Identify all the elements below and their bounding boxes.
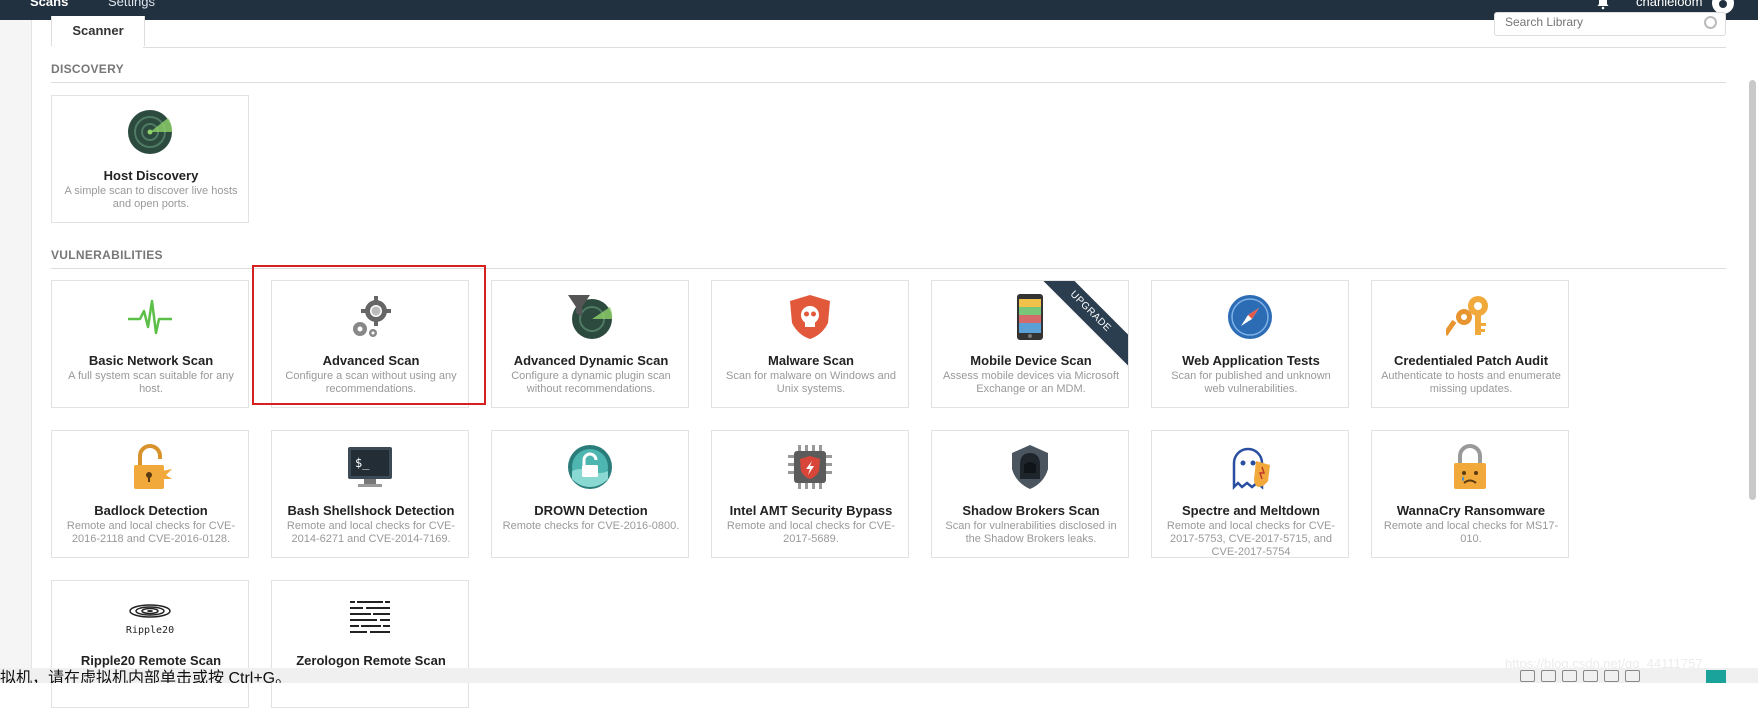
scan-card-description: Remote checks for CVE-2016-0800. [502, 520, 680, 532]
system-tray [1520, 669, 1680, 683]
tab-scanner[interactable]: Scanner [51, 16, 145, 46]
scan-card-intel-amt-security-bypass[interactable]: Intel AMT Security Bypass Remote and loc… [711, 430, 909, 558]
section-vulnerabilities: VULNERABILITIES [51, 248, 163, 262]
nav-scans[interactable]: Scans [30, 0, 68, 9]
scan-card-spectre-and-meltdown[interactable]: Spectre and Meltdown Remote and local ch… [1151, 430, 1349, 558]
monitor-icon[interactable] [1520, 670, 1535, 682]
search-icon[interactable] [1704, 16, 1717, 29]
scan-card-basic-network-scan[interactable]: Basic Network Scan A full system scan su… [51, 280, 249, 408]
nav-settings[interactable]: Settings [108, 0, 155, 9]
radar-filter-icon [566, 293, 614, 341]
scan-card-description: Scan for malware on Windows and Unix sys… [726, 370, 896, 395]
crying-lock-icon [1446, 443, 1494, 491]
scan-card-description: A full system scan suitable for any host… [68, 370, 234, 395]
scan-card-description: Remote and local checks for CVE-2017-575… [1166, 520, 1336, 558]
scan-card-ripple20-remote-scan[interactable]: Ripple20 Ripple20 Remote Scan [51, 580, 249, 708]
scan-card-advanced-scan[interactable]: Advanced Scan Configure a scan without u… [271, 280, 469, 408]
hooded-figure-icon [1006, 443, 1054, 491]
scan-card-description: Remote and local checks for MS17-010. [1383, 520, 1559, 545]
scan-card-title: Shadow Brokers Scan [962, 503, 1100, 518]
skull-shield-icon [786, 293, 834, 341]
section-discovery: DISCOVERY [51, 62, 124, 76]
compass-icon [1226, 293, 1274, 341]
scan-card-description: Remote and local checks for CVE-2014-627… [286, 520, 456, 545]
ripple20-logo-text: Ripple20 [126, 625, 174, 636]
scan-card-description: Scan for vulnerabilities disclosed in th… [945, 520, 1117, 545]
scan-card-title: Ripple20 Remote Scan [80, 653, 222, 668]
vm-status-icon[interactable] [1706, 670, 1726, 683]
ghost-icon [1226, 443, 1274, 491]
scan-card-title: DROWN Detection [534, 503, 648, 518]
scan-card-description: Remote and local checks for CVE-2017-568… [726, 520, 896, 545]
usb-icon[interactable] [1562, 670, 1577, 682]
lock-icon[interactable] [1583, 670, 1598, 682]
zerologon-logo-icon [346, 593, 394, 641]
scan-card-web-application-tests[interactable]: Web Application Tests Scan for published… [1151, 280, 1349, 408]
scan-card-host-discovery[interactable]: Host Discovery A simple scan to discover… [51, 95, 249, 223]
scan-card-bash-shellshock-detection[interactable]: $_ Bash Shellshock Detection Remote and … [271, 430, 469, 558]
scan-card-title: Intel AMT Security Bypass [729, 503, 893, 518]
search-input[interactable] [1505, 13, 1695, 31]
scan-card-description: Assess mobile devices via Microsoft Exch… [942, 370, 1120, 395]
scan-card-title: Host Discovery [103, 168, 199, 183]
vertical-scrollbar[interactable] [1749, 80, 1756, 500]
keys-icon [1443, 293, 1494, 341]
search-box[interactable] [1494, 12, 1726, 36]
section-divider [51, 82, 1726, 83]
terminal-icon: $_ [346, 443, 394, 491]
scan-card-title: Bash Shellshock Detection [287, 503, 455, 518]
speaker-icon[interactable] [1604, 670, 1619, 682]
cd-icon[interactable] [1625, 670, 1640, 682]
scan-card-drown-detection[interactable]: DROWN Detection Remote checks for CVE-20… [491, 430, 689, 558]
user-name[interactable]: chanieloom [1636, 0, 1703, 9]
scan-card-title: Spectre and Meltdown [1182, 503, 1320, 518]
scan-card-title: Web Application Tests [1182, 353, 1320, 368]
scan-card-wannacry-ransomware[interactable]: WannaCry Ransomware Remote and local che… [1371, 430, 1569, 558]
ripple20-logo-icon: Ripple20 [126, 593, 174, 641]
drown-lock-icon [566, 443, 614, 491]
scan-card-title: Zerologon Remote Scan [296, 653, 446, 668]
scan-card-description: A simple scan to discover live hosts and… [64, 185, 238, 210]
scan-card-title: Advanced Dynamic Scan [513, 353, 669, 368]
host-taskbar: 拟机，请在虚拟机内部单击或按 Ctrl+G。 [0, 668, 1758, 683]
scan-card-advanced-dynamic-scan[interactable]: Advanced Dynamic Scan Configure a dynami… [491, 280, 689, 408]
scan-card-title: Basic Network Scan [88, 353, 214, 368]
scan-card-description: Authenticate to hosts and enumerate miss… [1381, 370, 1561, 395]
scan-card-title: WannaCry Ransomware [1396, 503, 1546, 518]
scan-card-title: Malware Scan [768, 353, 854, 368]
broken-lock-icon [126, 443, 174, 491]
network-icon[interactable] [1541, 670, 1556, 682]
scan-card-shadow-brokers-scan[interactable]: Shadow Brokers Scan Scan for vulnerabili… [931, 430, 1129, 558]
scan-card-description: Configure a dynamic plugin scan without … [511, 370, 671, 395]
section-divider [51, 268, 1726, 269]
scan-card-badlock-detection[interactable]: Badlock Detection Remote and local check… [51, 430, 249, 558]
scan-card-malware-scan[interactable]: Malware Scan Scan for malware on Windows… [711, 280, 909, 408]
bell-icon[interactable] [1596, 0, 1614, 12]
scan-card-credentialed-patch-audit[interactable]: Credentialed Patch Audit Authenticate to… [1371, 280, 1569, 408]
scan-card-title: Badlock Detection [94, 503, 208, 518]
scan-card-description: Remote and local checks for CVE-2016-211… [66, 520, 236, 545]
svg-text:$_: $_ [355, 456, 370, 470]
scan-card-title: Credentialed Patch Audit [1393, 353, 1549, 368]
scan-card-description: Scan for published and unknown web vulne… [1171, 370, 1331, 395]
radar-icon [126, 108, 174, 156]
scan-card-title: Mobile Device Scan [970, 353, 1092, 368]
phone-icon [1006, 293, 1054, 341]
pulse-icon [126, 293, 174, 341]
tab-divider [143, 47, 1726, 48]
scan-card-title: Advanced Scan [322, 353, 420, 368]
scan-card-description: Configure a scan without using any recom… [285, 370, 457, 395]
scan-card-mobile-device-scan[interactable]: UPGRADE Mobile Device Scan Assess mobile… [931, 280, 1129, 408]
scan-card-zerologon-remote-scan[interactable]: Zerologon Remote Scan [271, 580, 469, 708]
left-sidebar: « [0, 20, 32, 685]
gears-icon [346, 293, 394, 341]
vm-hint-message: 拟机，请在虚拟机内部单击或按 Ctrl+G。 [0, 670, 292, 683]
chip-icon [786, 443, 834, 491]
